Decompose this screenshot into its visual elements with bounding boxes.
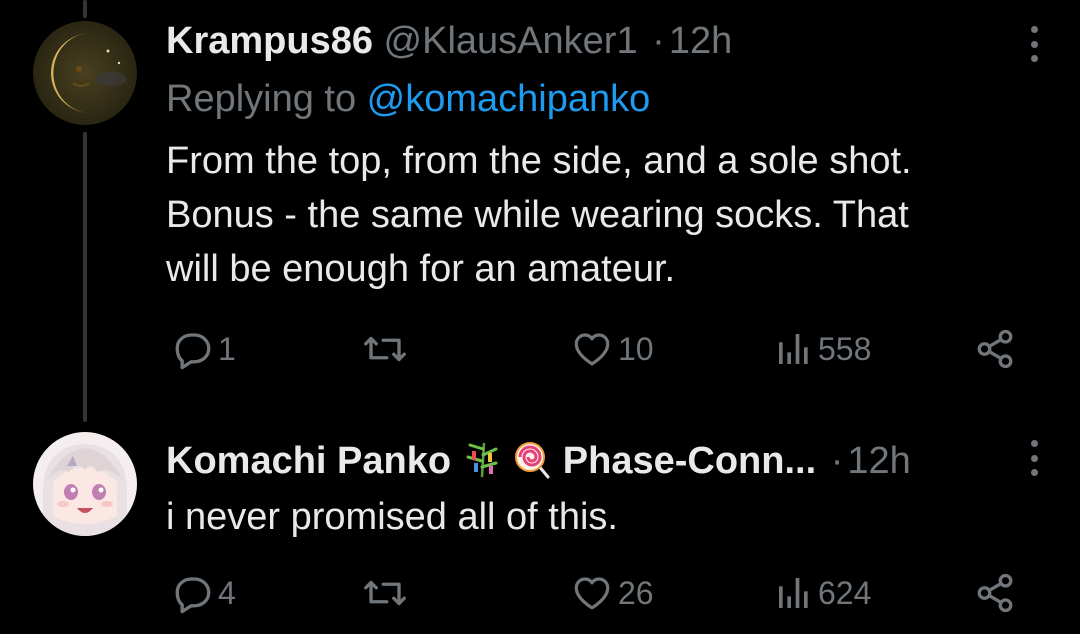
bar-chart-icon	[779, 578, 808, 608]
heart-icon	[574, 577, 610, 610]
timestamp[interactable]: 12h	[669, 20, 732, 62]
anime-girl-avatar-image	[33, 432, 137, 536]
reply-bubble-icon	[175, 333, 211, 370]
tweet-header: Komachi Panko Phase-Conn... · 12h	[166, 438, 911, 490]
views-button[interactable]: 558	[774, 324, 871, 374]
tweet-krampus[interactable]: Krampus86 @KlausAnker1 · 12h Replying to …	[0, 0, 1080, 410]
body-line: i never promised all of this.	[166, 496, 618, 538]
share-icon	[977, 573, 1013, 613]
tweet-komachi[interactable]: Komachi Panko Phase-Conn... · 12h i neve…	[0, 420, 1080, 634]
more-vertical-icon	[1030, 26, 1038, 33]
display-name-suffix[interactable]: Phase-Conn...	[563, 440, 816, 482]
more-options-button[interactable]	[1024, 22, 1044, 66]
tanabata-tree-emoji	[462, 439, 502, 490]
retweet-button[interactable]	[362, 324, 412, 374]
more-options-button[interactable]	[1024, 436, 1044, 480]
display-name[interactable]: Krampus86	[166, 20, 373, 62]
share-button[interactable]	[974, 568, 1016, 618]
separator: ·	[830, 440, 844, 482]
reply-count: 1	[218, 330, 236, 367]
tweet-actions: 1 10 558	[166, 324, 1026, 374]
handle[interactable]: @KlausAnker1	[384, 20, 638, 62]
lollipop-emoji	[512, 439, 552, 490]
separator: ·	[652, 20, 665, 62]
tweet-actions: 4 26 624	[166, 568, 1026, 618]
more-vertical-icon	[1030, 440, 1038, 447]
retweet-icon	[364, 580, 406, 606]
reply-button[interactable]: 4	[172, 568, 236, 618]
share-icon	[977, 329, 1013, 369]
reply-button[interactable]: 1	[172, 324, 236, 374]
replying-prefix: Replying to	[166, 78, 367, 120]
like-button[interactable]: 10	[570, 324, 654, 374]
body-line: From the top, from the side, and a sole …	[166, 140, 912, 182]
avatar[interactable]	[33, 432, 137, 536]
heart-icon	[574, 333, 610, 366]
tweet-body: From the top, from the side, and a sole …	[166, 134, 1046, 296]
like-count: 10	[618, 330, 654, 367]
view-count: 624	[818, 574, 872, 611]
retweet-button[interactable]	[362, 568, 412, 618]
view-count: 558	[818, 330, 872, 367]
replying-to: Replying to @komachipanko	[166, 76, 650, 122]
tweet-header: Krampus86 @KlausAnker1 · 12h	[166, 18, 732, 64]
like-count: 26	[618, 574, 654, 611]
avatar[interactable]	[33, 21, 137, 125]
views-button[interactable]: 624	[774, 568, 871, 618]
replying-to-link[interactable]: @komachipanko	[367, 78, 651, 120]
body-line: Bonus - the same while wearing socks. Th…	[166, 194, 909, 236]
share-button[interactable]	[974, 324, 1016, 374]
reply-count: 4	[218, 574, 236, 611]
bar-chart-icon	[779, 334, 808, 364]
body-line: will be enough for an amateur.	[166, 248, 676, 290]
like-button[interactable]: 26	[570, 568, 654, 618]
reply-bubble-icon	[175, 577, 211, 614]
retweet-icon	[364, 336, 406, 362]
display-name[interactable]: Komachi Panko	[166, 440, 451, 482]
tweet-body: i never promised all of this.	[166, 490, 1046, 544]
timestamp[interactable]: 12h	[847, 440, 910, 482]
moon-avatar-image	[33, 21, 137, 125]
